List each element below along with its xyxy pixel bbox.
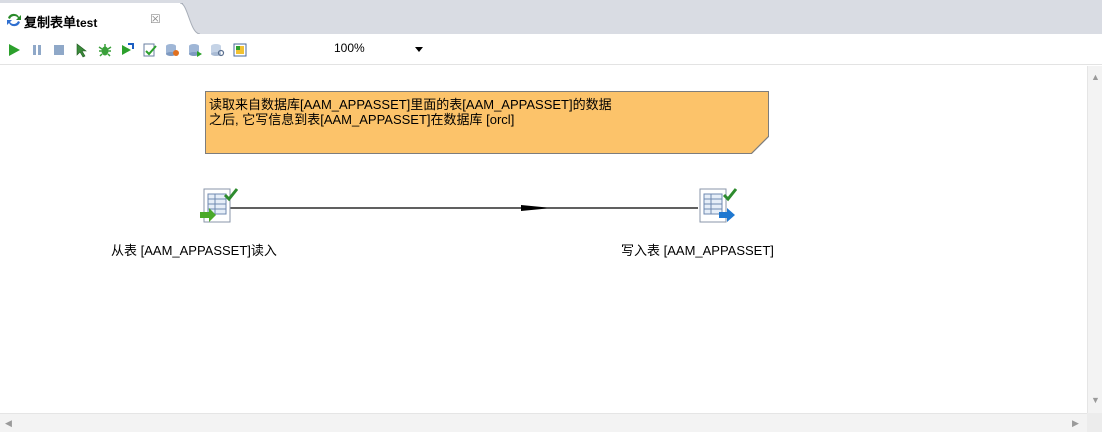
sql-icon[interactable] — [187, 42, 203, 58]
scroll-right-icon[interactable]: ▶ — [1072, 419, 1079, 428]
tab-title: 复制表单test — [24, 12, 97, 31]
scroll-down-icon[interactable]: ▼ — [1091, 396, 1100, 405]
debug-icon[interactable] — [97, 42, 113, 58]
table-input-icon — [200, 188, 239, 223]
chevron-down-icon[interactable] — [414, 45, 424, 53]
table-output-icon — [699, 188, 738, 223]
note-text: 读取来自数据库[AAM_APPASSET]里面的表[AAM_APPASSET]的… — [209, 97, 612, 127]
note-line-2: 之后, 它写信息到表[AAM_APPASSET]在数据库 [orcl] — [209, 112, 515, 127]
close-icon[interactable]: ☒ — [150, 12, 161, 26]
run-icon[interactable] — [6, 42, 22, 58]
note-line-1: 读取来自数据库[AAM_APPASSET]里面的表[AAM_APPASSET]的… — [209, 97, 612, 112]
preview-icon[interactable] — [74, 42, 90, 58]
pause-icon[interactable] — [29, 42, 45, 58]
tab-edge — [176, 3, 200, 34]
zoom-combo[interactable]: 100% — [330, 37, 426, 61]
input-step-label: 从表 [AAM_APPASSET]读入 — [111, 243, 277, 258]
note-fold-icon — [751, 136, 769, 154]
tab-title-suffix: test — [76, 16, 98, 30]
scroll-left-icon[interactable]: ◀ — [5, 419, 12, 428]
scroll-up-icon[interactable]: ▲ — [1091, 73, 1100, 82]
table-input-step[interactable] — [198, 186, 239, 226]
step-note[interactable]: 读取来自数据库[AAM_APPASSET]里面的表[AAM_APPASSET]的… — [205, 91, 769, 154]
tab-title-cn: 复制表单 — [24, 15, 77, 30]
output-step-label: 写入表 [AAM_APPASSET] — [621, 243, 774, 258]
verify-icon[interactable] — [142, 42, 158, 58]
explore-db-icon[interactable] — [209, 42, 225, 58]
impact-icon[interactable] — [164, 42, 180, 58]
zoom-value: 100% — [334, 41, 365, 55]
vertical-scrollbar[interactable]: ▲ ▼ — [1087, 66, 1102, 413]
transformation-icon — [7, 13, 21, 27]
replay-icon[interactable] — [119, 42, 135, 58]
tab-transformation[interactable]: 复制表单test ☒ — [0, 3, 183, 34]
horizontal-scrollbar[interactable]: ◀ ▶ — [0, 413, 1087, 432]
tab-strip: 复制表单test ☒ — [0, 0, 1102, 34]
table-output-step[interactable] — [697, 186, 738, 226]
hop-arrow-icon — [521, 205, 552, 211]
stop-icon[interactable] — [51, 42, 67, 58]
scrollbar-corner — [1087, 413, 1102, 432]
show-results-icon[interactable] — [232, 42, 248, 58]
